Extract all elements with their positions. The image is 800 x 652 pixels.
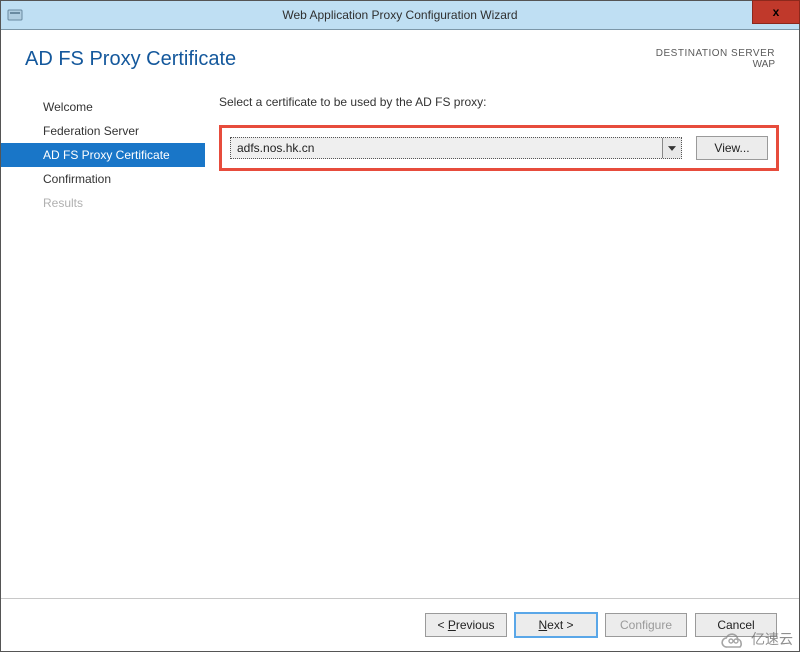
next-button[interactable]: Next >: [515, 613, 597, 637]
destination-server-label: DESTINATION SERVER: [656, 48, 775, 59]
highlight-box: adfs.nos.hk.cn View...: [219, 125, 779, 171]
close-icon: x: [773, 6, 780, 18]
cancel-button-label: Cancel: [717, 618, 754, 632]
window-title: Web Application Proxy Configuration Wiza…: [1, 8, 799, 22]
view-button[interactable]: View...: [696, 136, 768, 160]
destination-server: DESTINATION SERVER WAP: [656, 48, 775, 70]
content: Select a certificate to be used by the A…: [205, 83, 799, 619]
configure-button-label: Configure: [620, 618, 672, 632]
destination-server-name: WAP: [656, 59, 775, 70]
configure-button: Configure: [605, 613, 687, 637]
header: AD FS Proxy Certificate DESTINATION SERV…: [1, 30, 799, 83]
certificate-prompt: Select a certificate to be used by the A…: [219, 95, 779, 109]
view-button-label: View...: [714, 141, 749, 155]
sidebar-item-federation-server[interactable]: Federation Server: [1, 119, 205, 143]
certificate-dropdown-value: adfs.nos.hk.cn: [231, 141, 662, 155]
window: Web Application Proxy Configuration Wiza…: [0, 0, 800, 652]
sidebar-item-results: Results: [1, 191, 205, 215]
cancel-button[interactable]: Cancel: [695, 613, 777, 637]
sidebar-item-welcome[interactable]: Welcome: [1, 95, 205, 119]
app-icon: [7, 7, 23, 23]
dropdown-button[interactable]: [662, 138, 681, 158]
sidebar-item-confirmation[interactable]: Confirmation: [1, 167, 205, 191]
footer: < Previous Next > Configure Cancel: [1, 598, 799, 651]
chevron-down-icon: [668, 146, 676, 151]
titlebar: Web Application Proxy Configuration Wiza…: [1, 1, 799, 30]
previous-button[interactable]: < Previous: [425, 613, 507, 637]
close-button[interactable]: x: [752, 0, 800, 24]
certificate-dropdown[interactable]: adfs.nos.hk.cn: [230, 137, 682, 159]
sidebar: Welcome Federation Server AD FS Proxy Ce…: [1, 83, 205, 619]
sidebar-item-adfs-proxy-certificate[interactable]: AD FS Proxy Certificate: [1, 143, 205, 167]
body: Welcome Federation Server AD FS Proxy Ce…: [1, 83, 799, 619]
